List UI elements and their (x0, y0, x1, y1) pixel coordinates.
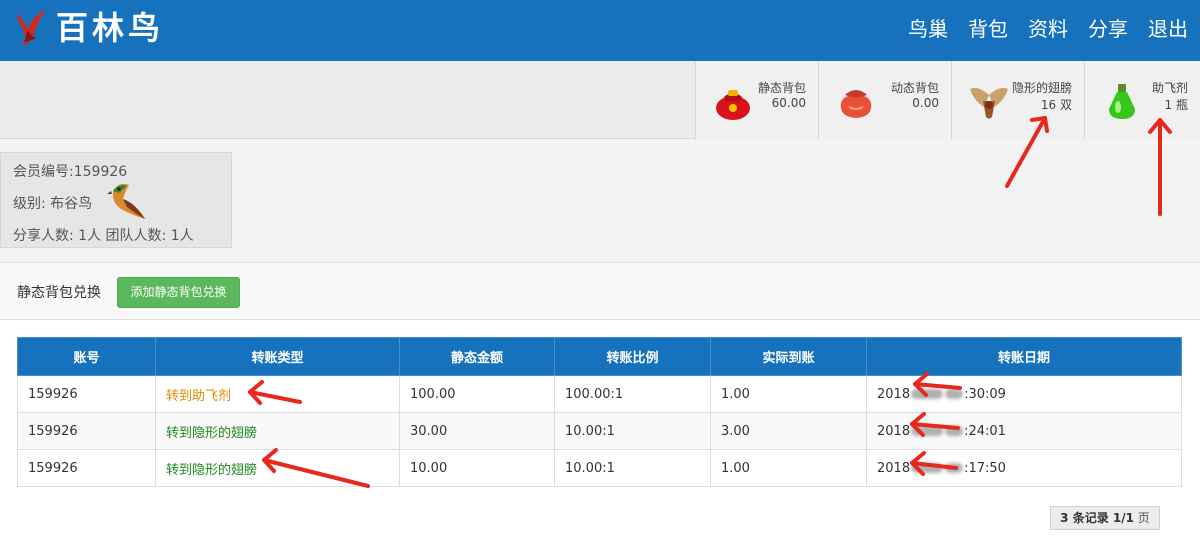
logo-text: 百林鸟 (56, 9, 165, 47)
wings-icon (970, 87, 1008, 119)
cell-date: 2018 :24:01 (866, 412, 1182, 450)
cell-actual: 1.00 (710, 449, 867, 487)
cell-ratio: 10.00:1 (554, 412, 711, 450)
cell-account: 159926 (17, 449, 156, 487)
cell-ratio: 100.00:1 (554, 375, 711, 413)
top-navbar: 百林鸟 鸟巢 背包 资料 分享 退出 (0, 0, 1200, 61)
date-suffix: :24:01 (964, 423, 1006, 439)
red-pouch-icon (840, 90, 872, 118)
member-counts: 分享人数: 1人 团队人数: 1人 (13, 228, 194, 244)
transfer-table: 账号 转账类型 静态金额 转账比例 实际到账 转账日期 159926 转到助飞剂… (17, 337, 1182, 487)
member-card: 会员编号:159926 级别: 布谷鸟 分享人数: 1人 团队人数: 1人 (0, 152, 232, 248)
col-type: 转账类型 (155, 337, 400, 376)
cell-actual: 3.00 (710, 412, 867, 450)
col-account: 账号 (17, 337, 156, 376)
pager-unit: 页 (1137, 511, 1150, 525)
redaction-mark (945, 463, 964, 473)
stat-dynamic-bag[interactable]: 动态背包 0.00 (818, 61, 951, 139)
nav-logout[interactable]: 退出 (1148, 14, 1188, 44)
parrot-icon (107, 183, 145, 219)
cell-date: 2018 :30:09 (866, 375, 1182, 413)
col-ratio: 转账比例 (554, 337, 711, 376)
green-potion-icon (1109, 84, 1135, 119)
add-exchange-button[interactable]: 添加静态背包兑换 (117, 277, 240, 308)
bird-logo-icon (16, 10, 46, 46)
redaction-mark (911, 389, 944, 399)
col-actual: 实际到账 (710, 337, 867, 376)
panel-title: 静态背包兑换 (17, 285, 101, 301)
stat-value: 0.00 (912, 96, 939, 110)
pagination-info: 3 条记录 1/1 页 (1050, 506, 1160, 530)
exchange-panel: 静态背包兑换 添加静态背包兑换 账号 转账类型 静态金额 转账比例 实际到账 转… (0, 262, 1200, 544)
stat-value: 16 双 (1040, 98, 1072, 112)
col-amount: 静态金额 (399, 337, 555, 376)
cell-type: 转到隐形的翅膀 (155, 449, 400, 487)
redaction-mark (945, 426, 964, 436)
pager-count: 3 条记录 1/1 (1060, 511, 1134, 525)
cell-account: 159926 (17, 375, 156, 413)
stat-potion[interactable]: 助飞剂 1 瓶 (1084, 61, 1200, 139)
date-suffix: :30:09 (964, 386, 1006, 402)
stat-value: 1 瓶 (1164, 98, 1188, 112)
table-row: 159926 转到隐形的翅膀 30.00 10.00:1 3.00 2018 :2… (17, 412, 1182, 450)
cell-amount: 100.00 (399, 375, 555, 413)
red-bag-icon (716, 90, 750, 120)
stat-label: 静态背包 (757, 81, 806, 95)
cell-amount: 10.00 (399, 449, 555, 487)
stat-static-bag[interactable]: 静态背包 60.00 (695, 61, 818, 139)
redaction-mark (911, 463, 944, 473)
cell-account: 159926 (17, 412, 156, 450)
main-nav: 鸟巢 背包 资料 分享 退出 (908, 14, 1188, 44)
table-row: 159926 转到隐形的翅膀 10.00 10.00:1 1.00 2018 :1… (17, 449, 1182, 487)
cell-ratio: 10.00:1 (554, 449, 711, 487)
date-prefix: 2018 (877, 386, 911, 402)
stat-wings[interactable]: 隐形的翅膀 16 双 (951, 61, 1084, 139)
cell-amount: 30.00 (399, 412, 555, 450)
stats-bar: 静态背包 60.00 动态背包 0.00 隐形的翅膀 16 双 助飞剂 1 瓶 (0, 61, 1200, 139)
cell-actual: 1.00 (710, 375, 867, 413)
redaction-mark (945, 389, 964, 399)
table-header-row: 账号 转账类型 静态金额 转账比例 实际到账 转账日期 (17, 337, 1182, 376)
nav-nest[interactable]: 鸟巢 (908, 14, 948, 44)
nav-backpack[interactable]: 背包 (968, 14, 1008, 44)
redaction-mark (911, 426, 944, 436)
stat-label: 助飞剂 (1151, 81, 1188, 95)
nav-share[interactable]: 分享 (1088, 14, 1128, 44)
nav-profile[interactable]: 资料 (1028, 14, 1068, 44)
col-date: 转账日期 (866, 337, 1182, 376)
date-prefix: 2018 (877, 460, 911, 476)
cell-type: 转到助飞剂 (155, 375, 400, 413)
table-row: 159926 转到助飞剂 100.00 100.00:1 1.00 2018 :3… (17, 375, 1182, 413)
cell-type: 转到隐形的翅膀 (155, 412, 400, 450)
stat-label: 隐形的翅膀 (1011, 81, 1072, 95)
stat-label: 动态背包 (890, 81, 939, 95)
panel-header: 静态背包兑换 添加静态背包兑换 (0, 263, 1200, 320)
date-suffix: :17:50 (964, 460, 1006, 476)
logo[interactable]: 百林鸟 (12, 8, 164, 48)
cell-date: 2018 :17:50 (866, 449, 1182, 487)
member-level: 级别: 布谷鸟 (13, 196, 93, 212)
stat-value: 60.00 (771, 96, 806, 110)
date-prefix: 2018 (877, 423, 911, 439)
